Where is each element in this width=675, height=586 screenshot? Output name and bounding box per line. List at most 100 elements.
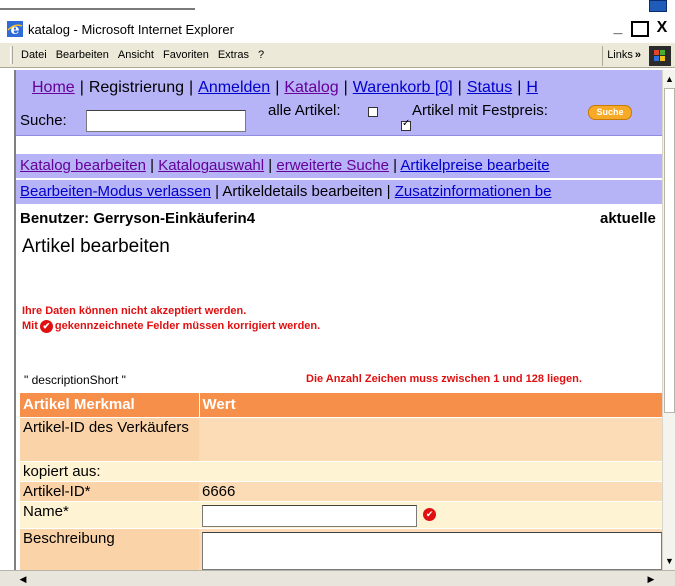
nav-home-link[interactable]: Home [32, 79, 75, 96]
table-row: Artikel-ID* 6666 [20, 480, 662, 501]
nav-separator: | [189, 79, 194, 96]
nav-cart-link[interactable]: Warenkorb [0] [353, 79, 453, 96]
scroll-up-icon[interactable]: ▲ [663, 72, 675, 86]
error-line-1: Ihre Daten können nicht akzeptiert werde… [22, 305, 247, 317]
error-icon: ✔ [423, 508, 437, 521]
all-articles-checkbox[interactable] [368, 107, 378, 117]
minimize-button[interactable]: _ [607, 19, 629, 39]
vertical-scrollbar[interactable]: ▲ ▼ [662, 70, 675, 570]
row-label: Name* [20, 500, 199, 528]
top-strip [0, 0, 675, 18]
links-label: Links [607, 49, 633, 61]
table-row: kopiert aus: [20, 460, 662, 481]
error-field-message: Die Anzahl Zeichen muss zwischen 1 und 1… [306, 373, 582, 385]
row-label: Beschreibung [20, 527, 199, 570]
error-line-2-pre: Mit [22, 320, 38, 332]
description-cell [199, 527, 662, 570]
catalog-nav: Katalog bearbeiten | Katalogauswahl | er… [16, 154, 662, 178]
menu-help[interactable]: ? [258, 49, 264, 61]
search-input[interactable] [86, 110, 246, 132]
nav-separator: | [79, 79, 84, 96]
menu-ansicht[interactable]: Ansicht [118, 49, 154, 61]
main-navigation: Home | Registrierung | Anmelden | Katalog | Ware… [16, 70, 662, 136]
maximize-button[interactable] [631, 21, 649, 37]
menu-favoriten[interactable]: Favoriten [163, 49, 209, 61]
nav-separator: | [457, 79, 462, 96]
window-title: katalog - Microsoft Internet Explorer [28, 21, 234, 37]
page-title: Artikel bearbeiten [22, 236, 170, 257]
leave-edit-mode-link[interactable]: Bearbeiten-Modus verlassen [20, 183, 211, 200]
header-value: Wert [199, 393, 662, 417]
search-button[interactable]: Suche [588, 105, 632, 120]
fixed-price-checkbox[interactable] [401, 118, 411, 131]
window-controls: _ X [607, 18, 675, 40]
article-form-table: Artikel Merkmal Wert Artikel-ID des Verk… [20, 393, 662, 570]
nav-register[interactable]: Registrierung [89, 79, 184, 96]
table-row: Name* ✔ [20, 500, 662, 528]
corner-app-icon [649, 0, 667, 12]
error-messages: Ihre Daten können nicht akzeptiert werde… [22, 304, 320, 334]
nav-status-link[interactable]: Status [467, 79, 512, 96]
horizontal-scrollbar[interactable]: ◀ ▶ [0, 570, 675, 586]
error-field-name: " descriptionShort " [24, 373, 126, 387]
row-value: 6666 [199, 480, 662, 501]
menu-bar: Datei Bearbeiten Ansicht Favoriten Extra… [0, 42, 675, 68]
row-label: Artikel-ID des Verkäufers [20, 416, 199, 461]
nav-separator: | [343, 79, 348, 96]
table-row: Beschreibung [20, 527, 662, 570]
row-label: kopiert aus: [20, 460, 199, 481]
description-input[interactable] [202, 531, 662, 570]
scroll-right-icon[interactable]: ▶ [644, 572, 658, 586]
all-articles-label: alle Artikel: [268, 102, 341, 119]
chevron-right-icon: » [634, 49, 641, 61]
nav-links-row: Home | Registrierung | Anmelden | Katalog | Ware… [32, 79, 538, 97]
catalog-nav-row: Katalog bearbeiten | Katalogauswahl | er… [20, 157, 550, 174]
catalog-select-link[interactable]: Katalogauswahl [158, 157, 264, 174]
edit-prices-link[interactable]: Artikelpreise bearbeite [400, 157, 549, 174]
ie-icon: e [6, 20, 24, 38]
current-label: aktuelle [600, 210, 656, 227]
row-value [199, 416, 662, 461]
title-bar: e katalog - Microsoft Internet Explorer … [0, 18, 675, 40]
edit-catalog-link[interactable]: Katalog bearbeiten [20, 157, 146, 174]
nav-login-link[interactable]: Anmelden [198, 79, 270, 96]
nav-catalog-link[interactable]: Katalog [284, 79, 338, 96]
scroll-down-icon[interactable]: ▼ [663, 554, 675, 568]
nav3-separator: | [215, 183, 220, 200]
nav3-separator: | [386, 183, 391, 200]
links-toolbar[interactable]: Links» [602, 46, 645, 66]
search-label: Suche: [20, 112, 67, 129]
scroll-left-icon[interactable]: ◀ [16, 572, 30, 586]
nav-separator: | [517, 79, 522, 96]
fixed-price-label: Artikel mit Festpreis: [412, 102, 548, 119]
close-button[interactable]: X [651, 19, 673, 39]
extra-info-link[interactable]: Zusatzinformationen be [395, 183, 552, 200]
windows-logo-icon [649, 46, 671, 66]
top-strip-line [0, 8, 195, 10]
menu-grip [10, 46, 13, 64]
search-row: Suche: alle Artikel: Artikel mit Festpre… [20, 102, 662, 132]
name-cell: ✔ [199, 500, 662, 528]
edit-nav: Bearbeiten-Modus verlassen | Artikeldeta… [16, 180, 662, 204]
menu-datei[interactable]: Datei [21, 49, 47, 61]
header-attribute: Artikel Merkmal [20, 393, 200, 417]
table-header-row: Artikel Merkmal Wert [20, 393, 662, 417]
menu-extras[interactable]: Extras [218, 49, 249, 61]
edit-nav-row: Bearbeiten-Modus verlassen | Artikeldeta… [20, 183, 551, 200]
nav2-separator: | [150, 157, 155, 174]
menu-bearbeiten[interactable]: Bearbeiten [56, 49, 109, 61]
user-line: Benutzer: Gerryson-Einkäuferin4 aktuelle [20, 210, 662, 227]
scroll-thumb[interactable] [664, 88, 675, 413]
user-label: Benutzer: Gerryson-Einkäuferin4 [20, 210, 256, 227]
page-content: Home | Registrierung | Anmelden | Katalog | Ware… [14, 70, 662, 570]
row-value [199, 460, 662, 481]
nav-separator: | [275, 79, 280, 96]
nav2-separator: | [268, 157, 273, 174]
nav2-separator: | [393, 157, 397, 174]
row-label: Artikel-ID* [20, 480, 199, 501]
name-input[interactable] [202, 504, 417, 527]
advanced-search-link[interactable]: erweiterte Suche [276, 157, 389, 174]
edit-details-label: Artikeldetails bearbeiten [222, 183, 383, 200]
error-line-2-post: gekennzeichnete Felder müssen korrigiert… [54, 320, 321, 332]
nav-overflow-link[interactable]: H [526, 79, 538, 96]
